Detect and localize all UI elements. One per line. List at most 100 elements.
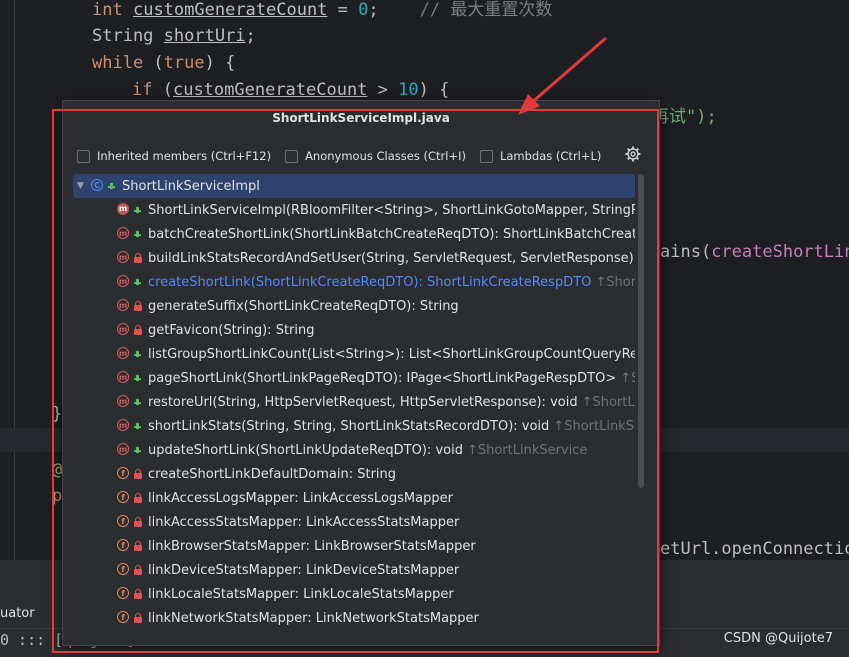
item-label: ShortLinkServiceImpl(RBloomFilter<String… — [148, 202, 635, 218]
lock-icon — [134, 469, 142, 479]
tree-field-item[interactable]: f linkAccessStatsMapper: LinkAccessStatsM… — [73, 510, 635, 534]
super-method-hint: ↑Shor — [620, 370, 635, 386]
number: 10 — [398, 80, 419, 100]
constructor-icon: m — [117, 203, 129, 215]
tree-field-item[interactable]: f linkAccessLogsMapper: LinkAccessLogsMap… — [73, 486, 635, 510]
number: 0 — [358, 0, 369, 20]
watermark: CSDN @Quijote7 — [723, 631, 833, 646]
tree-method-item[interactable]: m generateSuffix(ShortLinkCreateReqDTO): … — [73, 294, 635, 318]
tree-method-item[interactable]: m createShortLink(ShortLinkCreateReqDTO):… — [73, 270, 635, 294]
item-label: linkDeviceStatsMapper: LinkDeviceStatsMa… — [148, 562, 460, 578]
tree-field-item[interactable]: f linkNetworkStatsMapper: LinkNetworkStat… — [73, 606, 635, 630]
public-visibility-icon — [134, 349, 142, 359]
item-label: getFavicon(String): String — [148, 322, 315, 338]
chevron-down-icon[interactable]: ▼ — [77, 181, 91, 191]
field-icon: f — [117, 538, 133, 554]
tree-method-item[interactable]: m buildLinkStatsRecordAndSetUser(String, … — [73, 246, 635, 270]
variable: shortUri — [163, 26, 246, 46]
lock-icon — [134, 301, 142, 311]
code-fragment-contains: ains(createShortLinkD — [660, 241, 849, 263]
class-label: ShortLinkServiceImpl — [122, 178, 260, 194]
structure-tree[interactable]: ▼ C ShortLinkServiceImpl m ShortLinkServi… — [73, 174, 635, 645]
keyword: true — [163, 53, 205, 73]
item-label: listGroupShortLinkCount(List<String>): L… — [148, 346, 635, 362]
file-structure-popup[interactable]: ShortLinkServiceImpl.java Inherited memb… — [62, 100, 660, 646]
code-line-3: while (true) { — [92, 52, 235, 74]
tree-class-node[interactable]: ▼ C ShortLinkServiceImpl — [73, 174, 635, 198]
method-icon: m — [117, 251, 129, 263]
code-fragment-brace: } — [52, 404, 63, 424]
item-label: buildLinkStatsRecordAndSetUser(String, S… — [148, 250, 635, 266]
filter-anonymous-classes[interactable]: Anonymous Classes (Ctrl+I) — [285, 149, 466, 163]
tree-method-item[interactable]: m getFavicon(String): String — [73, 318, 635, 342]
tree-method-item[interactable]: m pageShortLink(ShortLinkPageReqDTO): IPa… — [73, 366, 635, 390]
code-fragment-p: p — [52, 486, 63, 506]
item-label: generateSuffix(ShortLinkCreateReqDTO): S… — [148, 298, 459, 314]
keyword: while — [92, 53, 144, 73]
filter-label: Inherited members (Ctrl+F12) — [97, 149, 272, 163]
tree-method-item[interactable]: m updateShortLink(ShortLinkUpdateReqDTO):… — [73, 438, 635, 462]
lock-icon — [134, 253, 142, 263]
tree-field-item[interactable]: f linkBrowserStatsMapper: LinkBrowserStat… — [73, 534, 635, 558]
field-icon: f — [117, 466, 133, 482]
tool-tab-evaluator[interactable]: uator — [0, 606, 35, 621]
scrollbar-thumb[interactable] — [638, 174, 644, 488]
code-line-1: int customGenerateCount = 0; // 最大重置次数 — [92, 0, 552, 21]
public-visibility-icon — [134, 205, 142, 215]
paren: ( — [152, 80, 173, 100]
tree-method-item[interactable]: m batchCreateShortLink(ShortLinkBatchCrea… — [73, 222, 635, 246]
item-label: createShortLinkDefaultDomain: String — [148, 466, 397, 482]
item-label: updateShortLink(ShortLinkUpdateReqDTO): … — [148, 442, 463, 458]
paren: ) { — [418, 80, 450, 100]
code-fragment-annotation: @ — [52, 460, 63, 480]
item-label: linkBrowserStatsMapper: LinkBrowserStats… — [148, 538, 476, 554]
public-visibility-icon — [134, 445, 142, 455]
field-icon: f — [117, 562, 133, 578]
field-icon: f — [117, 610, 133, 626]
semicolon: ; — [368, 0, 379, 20]
public-visibility-icon — [134, 373, 142, 383]
variable: customGenerateCount — [172, 80, 368, 100]
lock-icon — [134, 541, 142, 551]
checkbox[interactable] — [285, 149, 299, 163]
tree-method-item[interactable]: m restoreUrl(String, HttpServletRequest, … — [73, 390, 635, 414]
public-visibility-icon — [134, 421, 142, 431]
tree-method-item[interactable]: m listGroupShortLinkCount(List<String>): … — [73, 342, 635, 366]
code-fragment-open-connection: etUrl.openConnection( — [660, 539, 849, 559]
lock-icon — [134, 613, 142, 623]
tree-field-item[interactable]: f linkLocaleStatsMapper: LinkLocaleStatsM… — [73, 582, 635, 606]
method-icon: m — [117, 347, 129, 359]
checkbox[interactable] — [479, 149, 493, 163]
lock-icon — [134, 589, 142, 599]
filter-label: Lambdas (Ctrl+L) — [499, 149, 602, 163]
method-icon: m — [117, 443, 129, 455]
tree-method-item[interactable]: m ShortLinkServiceImpl(RBloomFilter<Strin… — [73, 198, 635, 222]
lock-icon — [134, 565, 142, 575]
comment: // 最大重置次数 — [419, 0, 553, 20]
item-label: shortLinkStats(String, String, ShortLink… — [148, 418, 550, 434]
paren: ) { — [204, 53, 236, 73]
class-icon: C — [91, 178, 107, 194]
operator: = — [327, 0, 359, 20]
tree-field-item[interactable]: f createShortLinkDefaultDomain: String — [73, 462, 635, 486]
tree-field-item[interactable]: f linkDeviceStatsMapper: LinkDeviceStatsM… — [73, 558, 635, 582]
item-label: pageShortLink(ShortLinkPageReqDTO): IPag… — [148, 370, 617, 386]
method-icon: m — [117, 227, 129, 239]
code-line-4: if (customGenerateCount > 10) { — [132, 79, 449, 101]
method-call: ains( — [660, 242, 712, 262]
item-label: restoreUrl(String, HttpServletRequest, H… — [148, 394, 578, 410]
filter-inherited-members[interactable]: Inherited members (Ctrl+F12) — [77, 149, 271, 163]
field-icon: f — [117, 586, 133, 602]
tree-method-item[interactable]: m shortLinkStats(String, String, ShortLin… — [73, 414, 635, 438]
filter-lambdas[interactable]: Lambdas (Ctrl+L) — [479, 149, 602, 163]
filter-bar: Inherited members (Ctrl+F12) Anonymous C… — [77, 147, 615, 165]
variable: customGenerateCount — [132, 0, 328, 20]
item-label: linkLocaleStatsMapper: LinkLocaleStatsMa… — [148, 586, 454, 602]
paren: ( — [143, 53, 164, 73]
checkbox[interactable] — [77, 149, 90, 163]
field-ref: createShortLinkD — [711, 242, 849, 262]
code-fragment-string: 再试"); — [652, 107, 717, 127]
method-icon: m — [117, 395, 129, 407]
gear-icon[interactable] — [625, 146, 641, 162]
super-method-hint: ↑ShortLinkServic — [553, 418, 635, 434]
